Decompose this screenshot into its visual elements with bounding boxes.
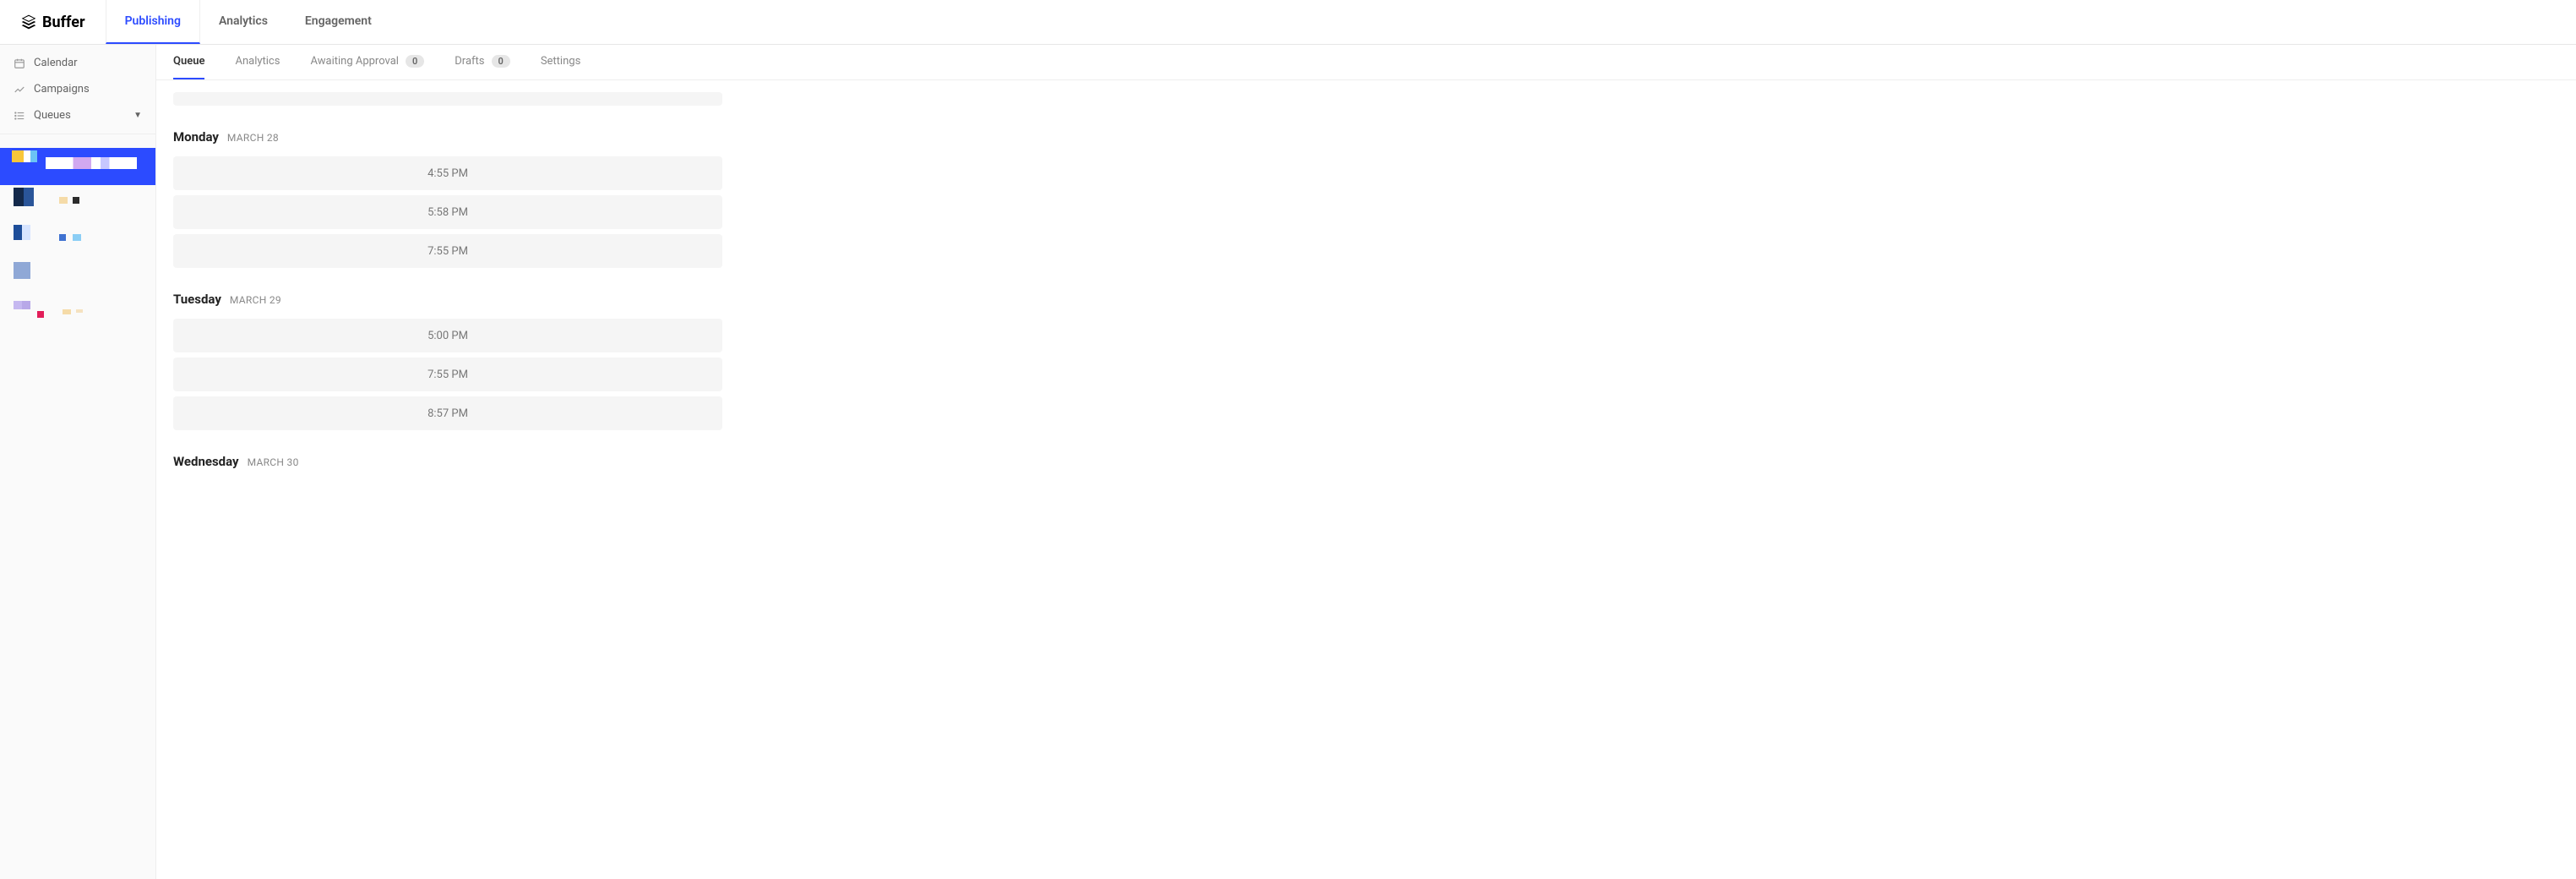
main-content: Queue Analytics Awaiting Approval 0 Draf…	[156, 45, 2576, 879]
list-icon	[14, 110, 25, 122]
account-avatar	[14, 225, 39, 250]
sub-tabs: Queue Analytics Awaiting Approval 0 Draf…	[156, 45, 2576, 80]
day-block-wednesday: Wednesday MARCH 30	[173, 454, 722, 469]
sidebar-nav: Calendar Campaigns	[0, 45, 155, 134]
queue-slot[interactable]: 5:00 PM	[173, 319, 722, 352]
account-item-2[interactable]	[0, 185, 155, 222]
subtab-settings[interactable]: Settings	[541, 45, 580, 79]
badge-count: 0	[406, 55, 424, 68]
queue-slot-partial[interactable]	[173, 92, 722, 106]
account-avatar	[14, 299, 39, 325]
sidebar-item-label: Queues	[34, 109, 71, 122]
sidebar: Calendar Campaigns	[0, 45, 156, 879]
queue-slot[interactable]: 4:55 PM	[173, 156, 722, 190]
tab-analytics[interactable]: Analytics	[200, 0, 286, 44]
queue-slot[interactable]: 7:55 PM	[173, 358, 722, 391]
buffer-logo-icon	[20, 14, 37, 30]
top-tabs: Publishing Analytics Engagement	[106, 0, 390, 44]
sidebar-item-queues[interactable]: Queues ▼	[0, 102, 155, 128]
calendar-icon	[14, 57, 25, 69]
brand-logo[interactable]: Buffer	[0, 14, 106, 31]
tab-engagement[interactable]: Engagement	[286, 0, 390, 44]
account-item-1[interactable]	[0, 148, 155, 185]
account-name-redacted	[59, 234, 81, 241]
sidebar-item-campaigns[interactable]: Campaigns	[0, 76, 155, 102]
queue-slot[interactable]: 8:57 PM	[173, 396, 722, 430]
sidebar-item-label: Campaigns	[34, 83, 90, 96]
account-avatar	[12, 150, 37, 176]
account-name-redacted	[63, 309, 83, 314]
sidebar-item-label: Calendar	[34, 57, 78, 69]
day-name: Monday	[173, 129, 219, 145]
day-date: MARCH 28	[227, 132, 279, 144]
subtab-drafts[interactable]: Drafts 0	[455, 45, 510, 79]
day-date: MARCH 29	[230, 294, 281, 306]
day-block-tuesday: Tuesday MARCH 29 5:00 PM 7:55 PM 8:57 PM	[173, 292, 722, 430]
day-header: Monday MARCH 28	[173, 129, 722, 145]
account-avatar	[14, 262, 39, 287]
account-item-3[interactable]	[0, 222, 155, 259]
sidebar-item-calendar[interactable]: Calendar	[0, 50, 155, 76]
account-avatar	[14, 188, 39, 213]
account-item-5[interactable]	[0, 297, 155, 334]
day-name: Wednesday	[173, 454, 239, 469]
queue-slot[interactable]: 7:55 PM	[173, 234, 722, 268]
subtab-analytics[interactable]: Analytics	[235, 45, 280, 79]
day-date: MARCH 30	[248, 456, 299, 468]
brand-name: Buffer	[42, 14, 85, 31]
day-block-monday: Monday MARCH 28 4:55 PM 5:58 PM 7:55 PM	[173, 129, 722, 268]
subtab-queue[interactable]: Queue	[173, 45, 204, 79]
queue-slot[interactable]: 5:58 PM	[173, 195, 722, 229]
account-item-4[interactable]	[0, 259, 155, 297]
day-header: Tuesday MARCH 29	[173, 292, 722, 307]
queue-list: Monday MARCH 28 4:55 PM 5:58 PM 7:55 PM …	[156, 92, 739, 515]
day-name: Tuesday	[173, 292, 221, 307]
tab-publishing[interactable]: Publishing	[106, 0, 200, 44]
top-nav: Buffer Publishing Analytics Engagement	[0, 0, 2576, 45]
account-name-redacted	[59, 197, 79, 204]
trend-icon	[14, 84, 25, 96]
account-list	[0, 134, 155, 334]
day-header: Wednesday MARCH 30	[173, 454, 722, 469]
chevron-down-icon: ▼	[133, 111, 142, 120]
account-name-redacted	[46, 157, 137, 169]
subtab-awaiting-approval[interactable]: Awaiting Approval 0	[310, 45, 424, 79]
badge-count: 0	[492, 55, 510, 68]
